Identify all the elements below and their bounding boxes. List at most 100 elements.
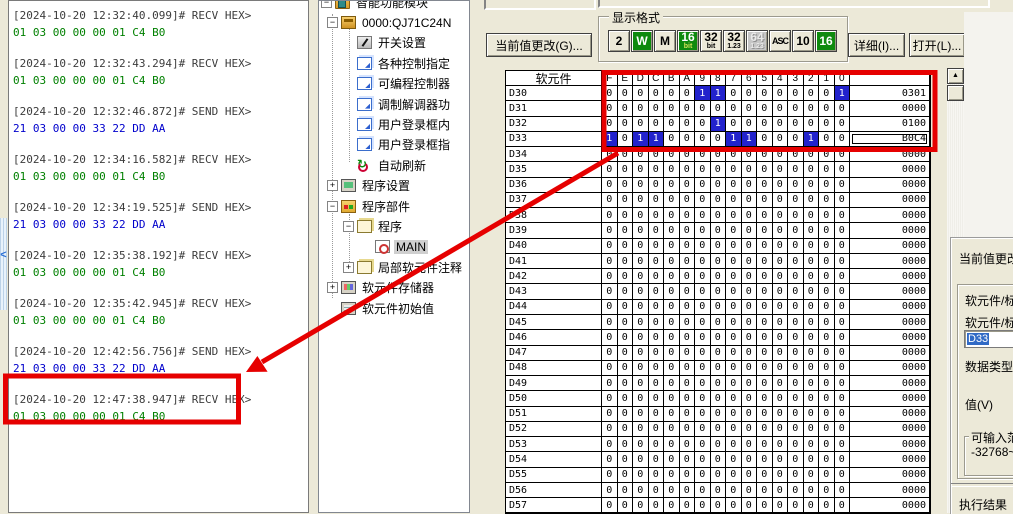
bit-cell[interactable]: 0 — [742, 193, 758, 208]
tree-item[interactable]: +程序设置 — [319, 176, 469, 196]
bit-cell[interactable]: 0 — [711, 422, 727, 437]
bit-cell[interactable]: 0 — [788, 330, 804, 345]
bit-cell[interactable]: 0 — [633, 117, 649, 132]
bit-cell[interactable]: 0 — [664, 498, 680, 513]
bit-cell[interactable]: 0 — [788, 254, 804, 269]
bit-cell[interactable]: 0 — [726, 315, 742, 330]
bit-cell[interactable]: 0 — [680, 498, 696, 513]
bit-cell[interactable]: 0 — [757, 452, 773, 467]
bit-cell[interactable]: 0 — [804, 254, 820, 269]
bit-cell[interactable]: 0 — [602, 208, 618, 223]
bit-cell[interactable]: 0 — [773, 86, 789, 101]
bit-cell[interactable]: 0 — [711, 254, 727, 269]
bit-cell[interactable]: 0 — [757, 269, 773, 284]
bit-cell[interactable]: 0 — [757, 483, 773, 498]
bit-cell[interactable]: 0 — [804, 437, 820, 452]
bit-cell[interactable]: 0 — [602, 239, 618, 254]
bit-cell[interactable]: 0 — [757, 315, 773, 330]
bit-cell[interactable]: 0 — [680, 407, 696, 422]
bit-cell[interactable]: 0 — [680, 117, 696, 132]
format-multipoint-button[interactable]: M — [654, 30, 676, 52]
device-cell[interactable]: D40 — [506, 239, 602, 254]
bit-cell[interactable]: 0 — [602, 315, 618, 330]
bit-cell[interactable]: 0 — [618, 346, 634, 361]
bit-cell[interactable]: 0 — [835, 498, 851, 513]
bit-cell[interactable]: 0 — [757, 407, 773, 422]
bit-cell[interactable]: 0 — [649, 452, 665, 467]
bit-cell[interactable]: 0 — [649, 437, 665, 452]
bit-cell[interactable]: 0 — [664, 86, 680, 101]
bit-cell[interactable]: 0 — [819, 269, 835, 284]
bit-cell[interactable]: 1 — [835, 86, 851, 101]
tree-item[interactable]: −智能功能模块 — [319, 0, 469, 12]
bit-cell[interactable]: 0 — [742, 86, 758, 101]
bit-cell[interactable]: 0 — [633, 269, 649, 284]
bit-cell[interactable]: 0 — [602, 269, 618, 284]
bit-cell[interactable]: 0 — [773, 361, 789, 376]
bit-cell[interactable]: 0 — [680, 162, 696, 177]
bit-cell[interactable]: 0 — [695, 468, 711, 483]
bit-cell[interactable]: 0 — [773, 422, 789, 437]
bit-cell[interactable]: 0 — [835, 254, 851, 269]
bit-cell[interactable]: 0 — [649, 498, 665, 513]
tree-item[interactable]: −0000:QJ71C24N — [319, 12, 469, 32]
device-cell[interactable]: D49 — [506, 376, 602, 391]
bit-cell[interactable]: 0 — [773, 254, 789, 269]
bit-cell[interactable]: 0 — [618, 147, 634, 162]
bit-cell[interactable]: 0 — [695, 223, 711, 238]
bit-cell[interactable]: 1 — [695, 86, 711, 101]
bit-cell[interactable]: 1 — [742, 132, 758, 147]
bit-cell[interactable]: 0 — [649, 86, 665, 101]
bit-cell[interactable]: 0 — [757, 300, 773, 315]
value-cell[interactable]: 0000 — [850, 269, 930, 284]
bit-cell[interactable]: 0 — [773, 269, 789, 284]
bit-cell[interactable]: 0 — [695, 437, 711, 452]
bit-cell[interactable]: 0 — [788, 498, 804, 513]
bit-cell[interactable]: 0 — [602, 391, 618, 406]
bit-cell[interactable]: 0 — [804, 391, 820, 406]
device-cell[interactable]: D57 — [506, 498, 602, 513]
bit-cell[interactable]: 0 — [819, 254, 835, 269]
bit-cell[interactable]: 0 — [649, 254, 665, 269]
bit-cell[interactable]: 0 — [726, 361, 742, 376]
tree-item[interactable]: 用户登录框指 — [319, 135, 469, 155]
bit-cell[interactable]: 0 — [618, 422, 634, 437]
bit-cell[interactable]: 0 — [804, 117, 820, 132]
bit-cell[interactable]: 0 — [742, 315, 758, 330]
bit-cell[interactable]: 0 — [788, 300, 804, 315]
bit-cell[interactable]: 0 — [757, 162, 773, 177]
bit-cell[interactable]: 0 — [742, 147, 758, 162]
bit-cell[interactable]: 0 — [804, 284, 820, 299]
bit-cell[interactable]: 0 — [711, 346, 727, 361]
bit-cell[interactable]: 0 — [680, 284, 696, 299]
bit-cell[interactable]: 0 — [680, 269, 696, 284]
bit-cell[interactable]: 0 — [618, 86, 634, 101]
bit-cell[interactable]: 0 — [773, 391, 789, 406]
bit-cell[interactable]: 0 — [633, 315, 649, 330]
open-button[interactable]: 打开(L)... — [909, 33, 965, 57]
device-cell[interactable]: D42 — [506, 269, 602, 284]
bit-cell[interactable]: 0 — [742, 407, 758, 422]
bit-cell[interactable]: 0 — [649, 239, 665, 254]
device-cell[interactable]: D46 — [506, 330, 602, 345]
bit-cell[interactable]: 0 — [804, 162, 820, 177]
bit-cell[interactable]: 0 — [664, 361, 680, 376]
bit-cell[interactable]: 0 — [804, 498, 820, 513]
bit-cell[interactable]: 0 — [757, 208, 773, 223]
bit-cell[interactable]: 0 — [788, 147, 804, 162]
bit-cell[interactable]: 0 — [757, 284, 773, 299]
bit-cell[interactable]: 0 — [602, 223, 618, 238]
bit-cell[interactable]: 0 — [819, 193, 835, 208]
value-cell[interactable]: 0000 — [850, 208, 930, 223]
bit-cell[interactable]: 0 — [680, 468, 696, 483]
value-cell[interactable]: 0000 — [850, 330, 930, 345]
bit-cell[interactable]: 0 — [819, 376, 835, 391]
bit-cell[interactable]: 0 — [602, 300, 618, 315]
bit-cell[interactable]: 0 — [649, 361, 665, 376]
bit-cell[interactable]: 0 — [804, 361, 820, 376]
bit-cell[interactable]: 0 — [680, 132, 696, 147]
bit-cell[interactable]: 0 — [664, 391, 680, 406]
collapse-icon[interactable]: − — [327, 17, 338, 28]
bit-cell[interactable]: 0 — [649, 468, 665, 483]
bit-cell[interactable]: 0 — [819, 468, 835, 483]
